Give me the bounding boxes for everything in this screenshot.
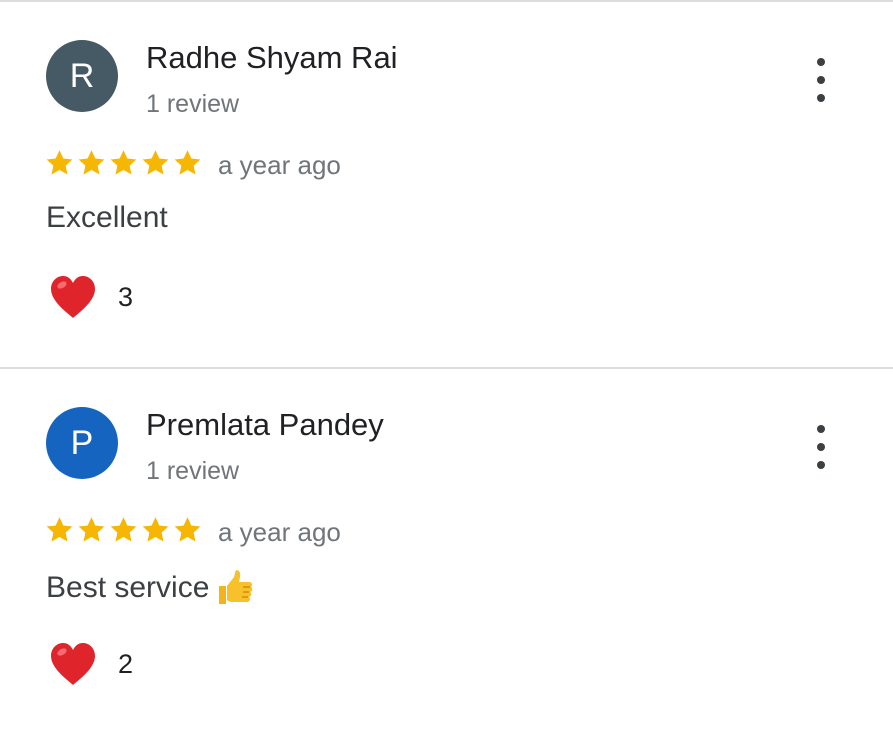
star-icon <box>174 150 201 175</box>
review-card: P Premlata Pandey 1 review a year ago Be… <box>0 369 893 735</box>
review-text-body: Best service <box>46 571 210 604</box>
review-text-body: Excellent <box>46 201 168 234</box>
star-rating <box>44 145 204 181</box>
thumbs-up-icon <box>219 570 253 604</box>
star-rating <box>44 512 204 548</box>
review-count: 1 review <box>146 457 240 485</box>
reviewer-name[interactable]: Premlata Pandey <box>146 407 384 443</box>
review-time: a year ago <box>218 517 341 547</box>
reviewer-name[interactable]: Radhe Shyam Rai <box>146 40 398 76</box>
star-icon <box>142 150 169 175</box>
like-count: 2 <box>118 649 134 679</box>
star-icon <box>110 150 137 175</box>
review-count: 1 review <box>146 90 240 118</box>
star-icon <box>46 150 73 175</box>
more-vert-icon[interactable] <box>806 58 836 102</box>
star-icon <box>78 517 105 542</box>
review-card: R Radhe Shyam Rai 1 review a year ago Ex… <box>0 2 893 368</box>
star-icon <box>110 517 137 542</box>
review-text: Best service <box>46 568 255 608</box>
star-icon <box>46 517 73 542</box>
heart-icon[interactable] <box>48 641 98 687</box>
star-icon <box>142 517 169 542</box>
avatar[interactable]: R <box>46 40 118 112</box>
star-icon <box>78 150 105 175</box>
review-time: a year ago <box>218 150 341 180</box>
review-text: Excellent <box>46 201 168 235</box>
like-count: 3 <box>118 282 134 312</box>
avatar[interactable]: P <box>46 407 118 479</box>
more-vert-icon[interactable] <box>806 425 836 469</box>
heart-icon[interactable] <box>48 274 98 320</box>
star-icon <box>174 517 201 542</box>
